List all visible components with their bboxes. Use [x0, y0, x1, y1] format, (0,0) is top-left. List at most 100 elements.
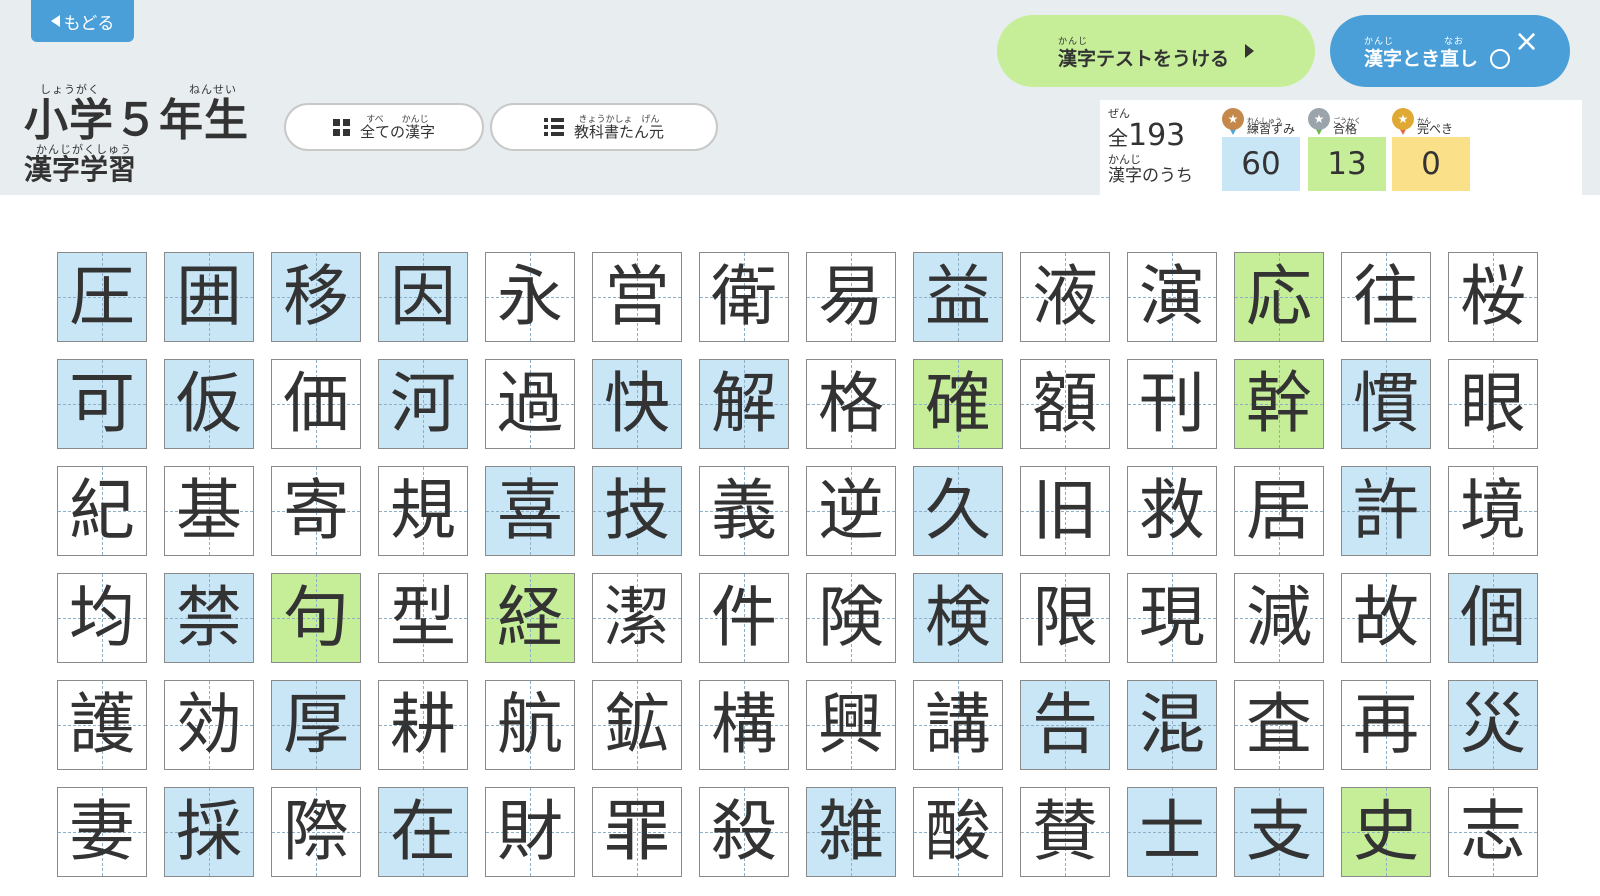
kanji-cell[interactable]: 刊 — [1127, 359, 1217, 449]
kanji-cell[interactable]: 士 — [1127, 787, 1217, 877]
kanji-cell[interactable]: 因 — [378, 252, 468, 342]
kanji-cell[interactable]: 効 — [164, 680, 254, 770]
kanji-cell[interactable]: 仮 — [164, 359, 254, 449]
kanji-cell[interactable]: 許 — [1341, 466, 1431, 556]
kanji-cell[interactable]: 在 — [378, 787, 468, 877]
kanji-cell[interactable]: 易 — [806, 252, 896, 342]
kanji-cell[interactable]: 囲 — [164, 252, 254, 342]
kanji-char: 衛 — [711, 258, 777, 335]
kanji-cell[interactable]: 句 — [271, 573, 361, 663]
kanji-cell[interactable]: 耕 — [378, 680, 468, 770]
kanji-cell[interactable]: 個 — [1448, 573, 1538, 663]
kanji-cell[interactable]: 移 — [271, 252, 361, 342]
kanji-cell[interactable]: 妻 — [57, 787, 147, 877]
kanji-cell[interactable]: 額 — [1020, 359, 1110, 449]
kanji-cell[interactable]: 険 — [806, 573, 896, 663]
kanji-redo-button[interactable]: かんじ なお 漢字とき直し × — [1330, 15, 1570, 87]
kanji-cell[interactable]: 均 — [57, 573, 147, 663]
kanji-char: 往 — [1353, 258, 1419, 335]
kanji-cell[interactable]: 財 — [485, 787, 575, 877]
kanji-cell[interactable]: 義 — [699, 466, 789, 556]
kanji-cell[interactable]: 際 — [271, 787, 361, 877]
kanji-cell[interactable]: 殺 — [699, 787, 789, 877]
kanji-cell[interactable]: 快 — [592, 359, 682, 449]
kanji-cell[interactable]: 採 — [164, 787, 254, 877]
kanji-cell[interactable]: 現 — [1127, 573, 1217, 663]
kanji-cell[interactable]: 航 — [485, 680, 575, 770]
kanji-cell[interactable]: 経 — [485, 573, 575, 663]
kanji-cell[interactable]: 賛 — [1020, 787, 1110, 877]
kanji-cell[interactable]: 桜 — [1448, 252, 1538, 342]
kanji-cell[interactable]: 罪 — [592, 787, 682, 877]
kanji-cell[interactable]: 史 — [1341, 787, 1431, 877]
kanji-cell[interactable]: 禁 — [164, 573, 254, 663]
kanji-cell[interactable]: 寄 — [271, 466, 361, 556]
kanji-cell[interactable]: 演 — [1127, 252, 1217, 342]
kanji-cell[interactable]: 喜 — [485, 466, 575, 556]
kanji-cell[interactable]: 永 — [485, 252, 575, 342]
kanji-redo-ruby: かんじ なお — [1363, 36, 1464, 47]
kanji-cell[interactable]: 過 — [485, 359, 575, 449]
kanji-cell[interactable]: 災 — [1448, 680, 1538, 770]
kanji-cell[interactable]: 雑 — [806, 787, 896, 877]
kanji-cell[interactable]: 圧 — [57, 252, 147, 342]
back-button[interactable]: もどる — [31, 0, 134, 42]
kanji-cell[interactable]: 往 — [1341, 252, 1431, 342]
kanji-cell[interactable]: 技 — [592, 466, 682, 556]
kanji-cell[interactable]: 構 — [699, 680, 789, 770]
kanji-cell[interactable]: 境 — [1448, 466, 1538, 556]
kanji-cell[interactable]: 支 — [1234, 787, 1324, 877]
kanji-cell[interactable]: 厚 — [271, 680, 361, 770]
kanji-cell[interactable]: 志 — [1448, 787, 1538, 877]
kanji-char: 雑 — [818, 793, 884, 870]
kanji-cell[interactable]: 型 — [378, 573, 468, 663]
kanji-cell[interactable]: 旧 — [1020, 466, 1110, 556]
kanji-cell[interactable]: 紀 — [57, 466, 147, 556]
progress-stats-panel: ぜん 全193 かんじ 漢字のうち ★ れんしゅう 練習ずみ 60 ★ ごうかく合… — [1100, 100, 1582, 195]
kanji-cell[interactable]: 価 — [271, 359, 361, 449]
kanji-cell[interactable]: 可 — [57, 359, 147, 449]
kanji-cell[interactable]: 解 — [699, 359, 789, 449]
kanji-char: 刊 — [1139, 365, 1205, 442]
kanji-ruby: かんじ — [1108, 153, 1141, 166]
kanji-cell[interactable]: 限 — [1020, 573, 1110, 663]
kanji-cell[interactable]: 眼 — [1448, 359, 1538, 449]
kanji-cell[interactable]: 興 — [806, 680, 896, 770]
kanji-cell[interactable]: 応 — [1234, 252, 1324, 342]
kanji-cell[interactable]: 告 — [1020, 680, 1110, 770]
kanji-cell[interactable]: 幹 — [1234, 359, 1324, 449]
kanji-cell[interactable]: 混 — [1127, 680, 1217, 770]
kanji-cell[interactable]: 益 — [913, 252, 1003, 342]
kanji-cell[interactable]: 慣 — [1341, 359, 1431, 449]
kanji-cell[interactable]: 液 — [1020, 252, 1110, 342]
kanji-cell[interactable]: 河 — [378, 359, 468, 449]
kanji-cell[interactable]: 鉱 — [592, 680, 682, 770]
kanji-cell[interactable]: 講 — [913, 680, 1003, 770]
kanji-cell[interactable]: 居 — [1234, 466, 1324, 556]
kanji-cell[interactable]: 件 — [699, 573, 789, 663]
kanji-cell[interactable]: 久 — [913, 466, 1003, 556]
kanji-cell[interactable]: 再 — [1341, 680, 1431, 770]
kanji-cell[interactable]: 規 — [378, 466, 468, 556]
kanji-cell[interactable]: 逆 — [806, 466, 896, 556]
kanji-cell[interactable]: 基 — [164, 466, 254, 556]
passed-count: 13 — [1308, 137, 1386, 191]
practiced-ruby: れんしゅう — [1247, 117, 1282, 125]
textbook-unit-filter-button[interactable]: きょうかしょ げん 教科書たん元 — [490, 103, 718, 151]
kanji-cell[interactable]: 酸 — [913, 787, 1003, 877]
kanji-cell[interactable]: 検 — [913, 573, 1003, 663]
kanji-cell[interactable]: 護 — [57, 680, 147, 770]
kanji-cell[interactable]: 故 — [1341, 573, 1431, 663]
kanji-cell[interactable]: 確 — [913, 359, 1003, 449]
kanji-cell[interactable]: 査 — [1234, 680, 1324, 770]
kanji-cell[interactable]: 営 — [592, 252, 682, 342]
kanji-char: 効 — [176, 686, 242, 763]
kanji-cell[interactable]: 救 — [1127, 466, 1217, 556]
kanji-char: 営 — [604, 258, 670, 335]
kanji-cell[interactable]: 格 — [806, 359, 896, 449]
all-kanji-filter-button[interactable]: すべ かんじ 全ての漢字 — [284, 103, 484, 151]
kanji-cell[interactable]: 潔 — [592, 573, 682, 663]
kanji-cell[interactable]: 減 — [1234, 573, 1324, 663]
take-kanji-test-button[interactable]: かんじ 漢字テストをうける — [997, 15, 1315, 87]
kanji-cell[interactable]: 衛 — [699, 252, 789, 342]
